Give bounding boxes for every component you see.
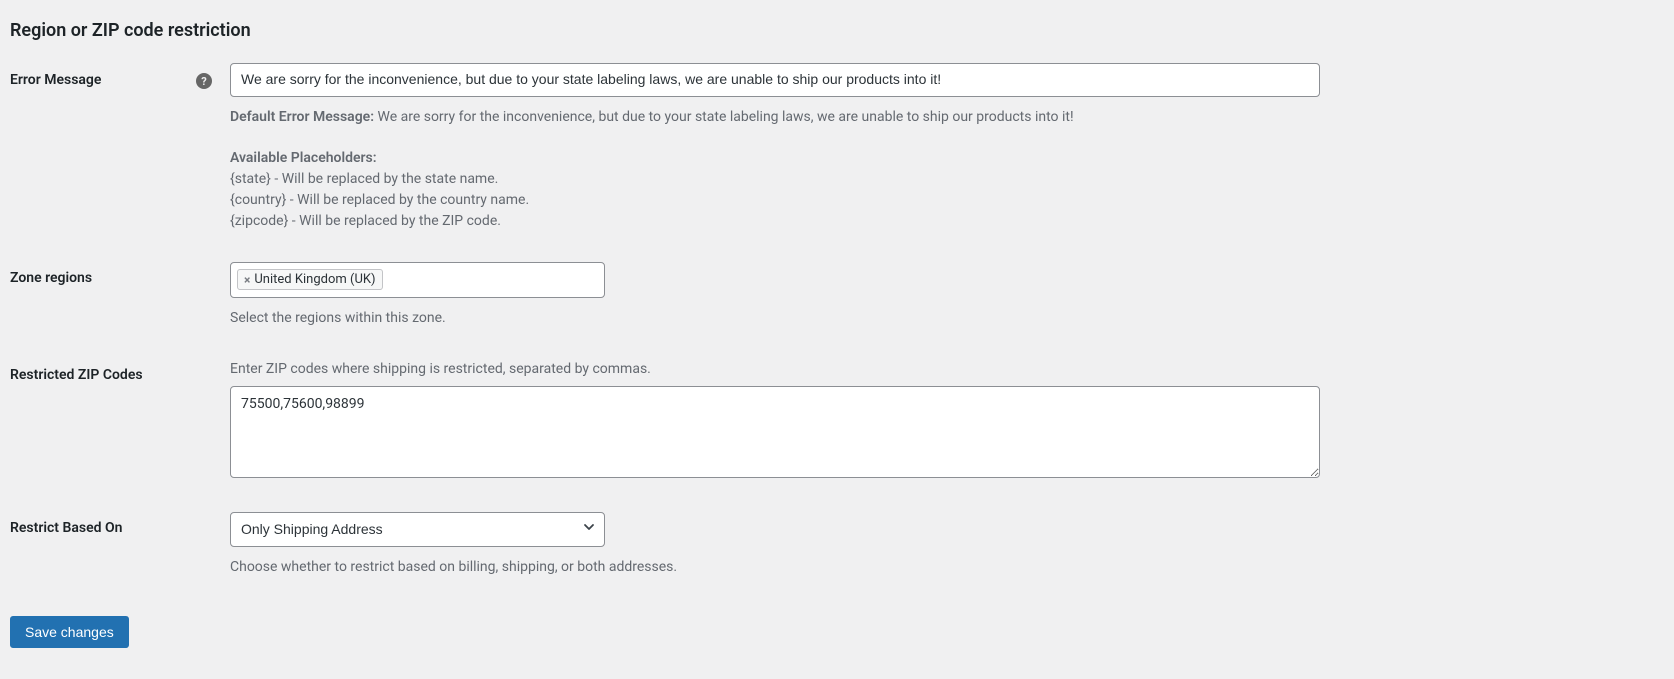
default-error-label: Default Error Message: [230, 109, 374, 125]
placeholder-country: {country} - Will be replaced by the coun… [230, 190, 1320, 211]
tag-remove-icon[interactable]: × [244, 274, 250, 286]
error-message-label: Error Message [10, 72, 101, 88]
placeholders-label: Available Placeholders: [230, 148, 1320, 169]
restrict-based-on-label: Restrict Based On [10, 520, 122, 536]
zone-region-tag: × United Kingdom (UK) [237, 269, 383, 290]
help-icon[interactable]: ? [196, 73, 212, 89]
restricted-zip-label: Restricted ZIP Codes [10, 367, 143, 383]
error-message-input[interactable] [230, 63, 1320, 97]
restricted-zip-textarea[interactable]: 75500,75600,98899 [230, 386, 1320, 478]
zone-regions-label: Zone regions [10, 270, 92, 286]
page-title: Region or ZIP code restriction [10, 20, 1664, 41]
restrict-based-on-select[interactable]: Only Shipping Address [230, 512, 605, 548]
restricted-zip-preamble: Enter ZIP codes where shipping is restri… [230, 359, 1320, 380]
placeholder-zipcode: {zipcode} - Will be replaced by the ZIP … [230, 211, 1320, 232]
zone-regions-input[interactable]: × United Kingdom (UK) [230, 262, 605, 298]
zone-regions-helper: Select the regions within this zone. [230, 308, 1320, 329]
default-error-text: We are sorry for the inconvenience, but … [374, 109, 1074, 125]
tag-label: United Kingdom (UK) [254, 272, 375, 287]
save-button[interactable]: Save changes [10, 616, 129, 648]
restrict-based-on-helper: Choose whether to restrict based on bill… [230, 557, 1320, 578]
placeholder-state: {state} - Will be replaced by the state … [230, 169, 1320, 190]
